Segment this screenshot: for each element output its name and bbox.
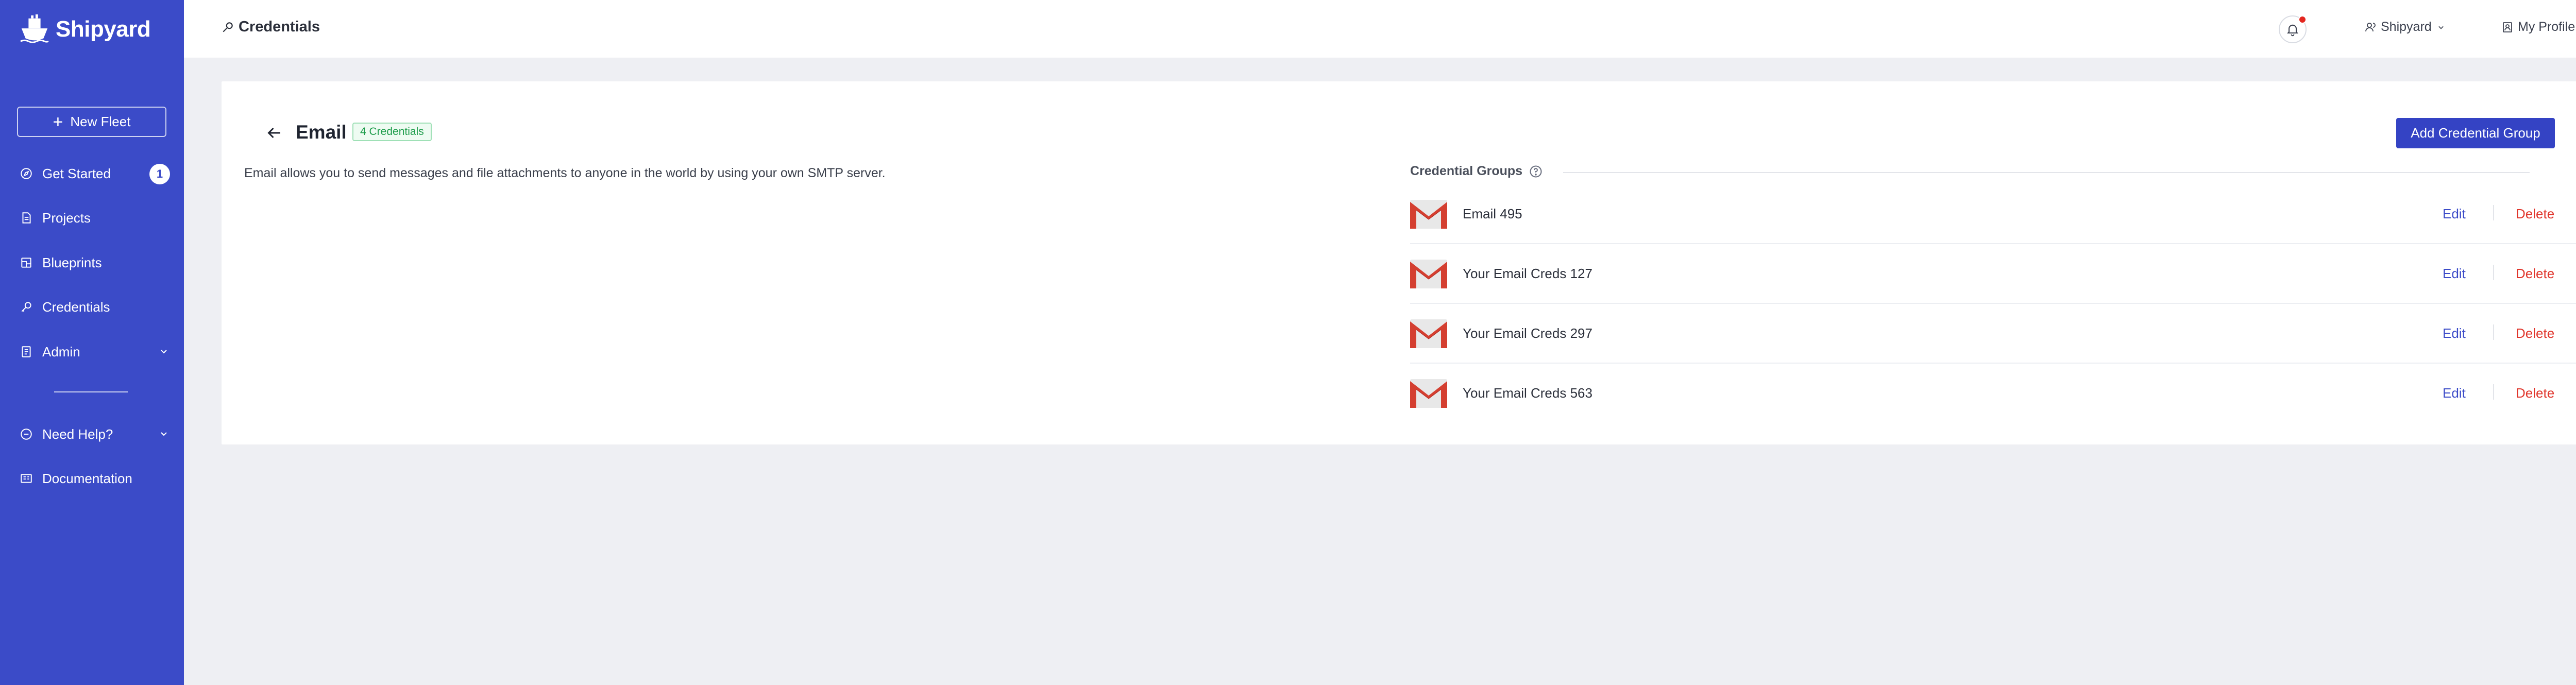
sidebar-item-label: Get Started	[42, 165, 111, 181]
sidebar-item-label: Documentation	[42, 470, 132, 486]
sidebar-item-need-help[interactable]: Need Help?	[20, 421, 170, 447]
sidebar-item-admin[interactable]: Admin	[20, 339, 170, 365]
sidebar-divider	[54, 391, 128, 392]
gmail-icon	[1410, 260, 1447, 288]
chevron-down-icon	[2438, 26, 2444, 29]
credential-type-title: Email	[296, 122, 347, 143]
compass-icon	[21, 168, 32, 179]
credentials-count-badge: 4 Credentials	[352, 123, 432, 141]
action-separator	[2493, 205, 2494, 220]
credential-group-row: Your Email Creds 127 Edit Delete	[1410, 244, 2576, 304]
gmail-icon	[1410, 319, 1447, 348]
gmail-icon	[1410, 379, 1447, 408]
delete-link[interactable]: Delete	[2516, 385, 2554, 401]
credential-group-row: Email 495 Edit Delete	[1410, 184, 2576, 244]
sidebar-item-label: Admin	[42, 344, 80, 359]
groups-divider	[1563, 172, 2530, 173]
credential-group-name: Your Email Creds 127	[1463, 266, 1592, 281]
credential-group-name: Email 495	[1463, 206, 1522, 221]
sidebar-item-label: Credentials	[42, 299, 110, 315]
delete-link[interactable]: Delete	[2516, 326, 2554, 341]
logo-text: Shipyard	[56, 16, 151, 42]
notifications-button[interactable]	[2279, 15, 2307, 43]
document-icon	[22, 212, 31, 224]
edit-link[interactable]: Edit	[2443, 326, 2466, 341]
sidebar-item-documentation[interactable]: Documentation	[20, 466, 170, 491]
page-title: Credentials	[221, 19, 320, 36]
credential-groups-label: Credential Groups	[1410, 164, 1523, 178]
credential-group-row: Your Email Creds 563 Edit Delete	[1410, 364, 2576, 423]
admin-icon	[22, 346, 31, 357]
ship-logo-icon	[20, 14, 49, 43]
new-fleet-label: New Fleet	[70, 114, 131, 129]
user-icon	[2365, 22, 2376, 31]
help-icon	[21, 429, 32, 440]
new-fleet-button[interactable]: + New Fleet	[17, 107, 166, 137]
sidebar-item-label: Need Help?	[42, 426, 113, 442]
credential-card: Email 4 Credentials Add Credential Group…	[222, 81, 2576, 444]
edit-link[interactable]: Edit	[2443, 266, 2466, 282]
key-icon	[21, 302, 31, 312]
sidebar: Shipyard + New Fleet Get Started 1 Proje…	[0, 0, 184, 685]
key-icon	[223, 22, 233, 32]
page-title-text: Credentials	[239, 19, 320, 35]
add-credential-group-button[interactable]: Add Credential Group	[2396, 118, 2555, 148]
credential-description: Email allows you to send messages and fi…	[244, 166, 886, 180]
action-separator	[2493, 265, 2494, 280]
top-header: Credentials Shipyard My Profile	[184, 0, 2576, 58]
chevron-down-icon	[161, 432, 167, 436]
chevron-down-icon	[161, 350, 167, 354]
blueprint-icon	[21, 258, 31, 268]
plus-icon: +	[53, 112, 63, 132]
notification-dot	[2298, 15, 2307, 24]
sidebar-item-projects[interactable]: Projects	[20, 205, 170, 231]
org-menu-label: Shipyard	[2381, 20, 2432, 34]
edit-link[interactable]: Edit	[2443, 206, 2466, 222]
sidebar-item-get-started[interactable]: Get Started 1	[20, 161, 170, 186]
profile-icon	[2503, 22, 2512, 32]
delete-link[interactable]: Delete	[2516, 266, 2554, 282]
help-circle-icon[interactable]	[1529, 164, 1543, 179]
org-menu[interactable]: Shipyard	[2364, 20, 2446, 35]
back-arrow-icon[interactable]	[265, 124, 283, 142]
credential-group-name: Your Email Creds 297	[1463, 326, 1592, 341]
book-icon	[21, 474, 32, 483]
gmail-icon	[1410, 200, 1447, 229]
bell-icon	[2287, 24, 2298, 37]
profile-menu[interactable]: My Profile	[2501, 20, 2576, 35]
credential-group-name: Your Email Creds 563	[1463, 385, 1592, 401]
shipyard-logo[interactable]: Shipyard	[19, 11, 151, 47]
credential-group-row: Your Email Creds 297 Edit Delete	[1410, 304, 2576, 364]
sidebar-item-label: Projects	[42, 210, 91, 226]
edit-link[interactable]: Edit	[2443, 385, 2466, 401]
sidebar-item-blueprints[interactable]: Blueprints	[20, 250, 170, 276]
sidebar-item-credentials[interactable]: Credentials	[20, 294, 170, 320]
credential-groups-header: Credential Groups	[1410, 164, 1543, 179]
delete-link[interactable]: Delete	[2516, 206, 2554, 222]
action-separator	[2493, 324, 2494, 340]
profile-menu-label: My Profile	[2518, 20, 2575, 34]
action-separator	[2493, 384, 2494, 400]
notification-count-badge: 1	[149, 164, 170, 184]
sidebar-item-label: Blueprints	[42, 254, 102, 270]
